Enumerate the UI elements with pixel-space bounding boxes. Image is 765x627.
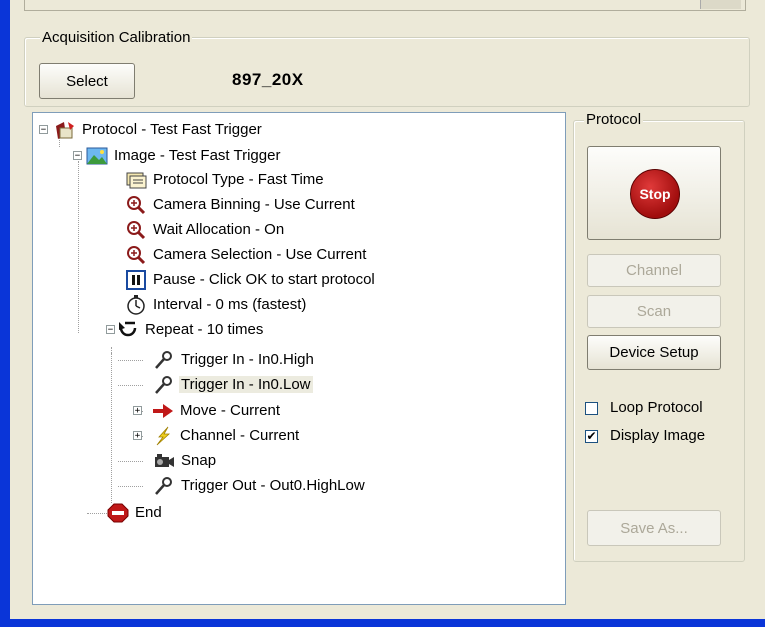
stop-button[interactable]: Stop: [587, 146, 721, 240]
tree-item-trigger-in-low[interactable]: Trigger In - In0.Low: [153, 372, 313, 397]
top-panel-button-edge: [700, 0, 741, 9]
image-icon: [86, 145, 108, 167]
tree-item-end[interactable]: End: [107, 500, 164, 525]
loop-protocol-checkbox[interactable]: [585, 402, 598, 415]
collapse-toggle[interactable]: −: [39, 125, 48, 135]
device-setup-button[interactable]: Device Setup: [587, 335, 721, 370]
top-panel-edge: [24, 0, 746, 11]
tree-item-channel[interactable]: + Channel - Current: [133, 423, 301, 448]
stop-sign-icon: [107, 502, 129, 524]
trigger-icon: [153, 349, 175, 371]
tree-item-label: Protocol Type - Fast Time: [153, 171, 324, 188]
tree-item-label: End: [135, 504, 162, 521]
tree-item-trigger-out[interactable]: Trigger Out - Out0.HighLow: [153, 473, 367, 498]
magnifier-icon: [125, 244, 147, 266]
protocol-tree[interactable]: − Protocol - Test Fast Trigger − Image -…: [32, 112, 566, 605]
lightning-icon: [152, 425, 174, 447]
tree-item-label: Camera Selection - Use Current: [153, 246, 367, 263]
protocol-group-title: Protocol: [584, 111, 644, 128]
tree-item-repeat[interactable]: − Repeat - 10 times: [106, 317, 265, 342]
tree-item-interval[interactable]: Interval - 0 ms (fastest): [125, 292, 308, 317]
protocol-type-icon: [125, 169, 147, 191]
collapse-toggle[interactable]: −: [73, 151, 82, 161]
trigger-icon: [153, 374, 175, 396]
collapse-toggle[interactable]: −: [106, 325, 115, 335]
tree-item-pause[interactable]: Pause - Click OK to start protocol: [125, 267, 377, 292]
protocol-icon: [54, 119, 76, 141]
tree-item-label: Trigger Out - Out0.HighLow: [181, 477, 365, 494]
tree-item-label: Channel - Current: [180, 427, 300, 444]
tree-item-protocol[interactable]: − Protocol - Test Fast Trigger: [39, 117, 264, 142]
acquisition-calibration-title: Acquisition Calibration: [40, 29, 193, 46]
stop-sign-icon: Stop: [630, 169, 680, 219]
tree-item-wait-allocation[interactable]: Wait Allocation - On: [125, 217, 286, 242]
tree-item-image[interactable]: − Image - Test Fast Trigger: [73, 143, 282, 168]
magnifier-icon: [125, 194, 147, 216]
tree-item-protocol-type[interactable]: Protocol Type - Fast Time: [125, 167, 326, 192]
tree-item-snap[interactable]: Snap: [153, 448, 218, 473]
tree-item-label: Repeat - 10 times: [145, 321, 264, 338]
tree-item-label: Move - Current: [180, 402, 281, 419]
move-arrow-icon: [152, 400, 174, 422]
magnifier-icon: [125, 219, 147, 241]
stop-label: Stop: [639, 186, 671, 202]
pause-icon: [125, 269, 147, 291]
expand-toggle[interactable]: +: [133, 431, 142, 441]
display-image-label: Display Image: [610, 427, 706, 444]
tree-item-label: Camera Binning - Use Current: [153, 196, 355, 213]
trigger-icon: [153, 475, 175, 497]
window-frame-bottom: [0, 619, 765, 627]
tree-item-trigger-in-high[interactable]: Trigger In - In0.High: [153, 347, 316, 372]
tree-item-camera-binning[interactable]: Camera Binning - Use Current: [125, 192, 357, 217]
display-image-checkbox[interactable]: ✔: [585, 430, 598, 443]
tree-item-label: Pause - Click OK to start protocol: [153, 271, 375, 288]
tree-item-camera-selection[interactable]: Camera Selection - Use Current: [125, 242, 368, 267]
camera-icon: [153, 450, 175, 472]
repeat-icon: [117, 319, 139, 341]
tree-item-label: Wait Allocation - On: [153, 221, 285, 238]
scan-button[interactable]: Scan: [587, 295, 721, 328]
calibration-value: 897_20X: [232, 70, 304, 89]
tree-item-label: Snap: [181, 452, 217, 469]
expand-toggle[interactable]: +: [133, 406, 142, 416]
channel-button[interactable]: Channel: [587, 254, 721, 287]
tree-item-label: Trigger In - In0.Low: [179, 376, 313, 393]
select-calibration-button[interactable]: Select: [39, 63, 135, 99]
tree-item-move[interactable]: + Move - Current: [133, 398, 282, 423]
tree-item-label: Image - Test Fast Trigger: [114, 147, 281, 164]
tree-item-label: Protocol - Test Fast Trigger: [82, 121, 262, 138]
save-as-button[interactable]: Save As...: [587, 510, 721, 546]
window-frame-left: [0, 0, 10, 627]
tree-item-label: Trigger In - In0.High: [181, 351, 314, 368]
tree-item-label: Interval - 0 ms (fastest): [153, 296, 307, 313]
stopwatch-icon: [125, 294, 147, 316]
loop-protocol-label: Loop Protocol: [610, 399, 703, 416]
